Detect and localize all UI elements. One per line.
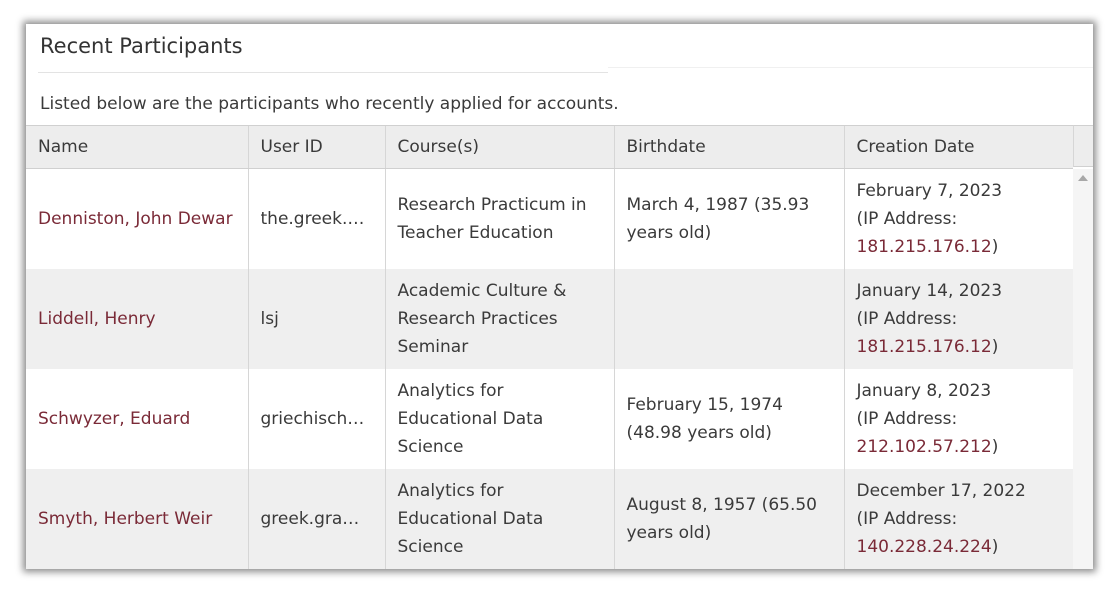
- scroll-up-arrow-icon[interactable]: [1078, 175, 1088, 181]
- user-id-cell: greek.grammar: [247, 469, 385, 569]
- ip-address-link[interactable]: 181.215.176.12: [857, 237, 992, 257]
- panel-title: Recent Participants: [40, 34, 243, 58]
- birthdate-cell: [613, 269, 844, 369]
- course-cell: Academic Culture & Research Practices Se…: [384, 269, 614, 369]
- ip-close: ): [991, 237, 999, 257]
- header-scroll-spacer: [1073, 125, 1093, 167]
- table-row: Denniston, John Dewar the.greek.particle…: [26, 168, 1073, 269]
- user-id-cell: lsj: [247, 269, 385, 369]
- recent-participants-panel: Recent Participants Listed below are the…: [26, 24, 1093, 569]
- column-header-name[interactable]: Name: [26, 125, 248, 169]
- ip-close: ): [991, 337, 999, 357]
- ip-label: (IP Address:: [856, 509, 958, 529]
- creation-date-cell: January 8, 2023 (IP Address: 212.102.57.…: [843, 369, 1073, 469]
- participant-name-link[interactable]: Denniston, John Dewar: [38, 209, 233, 229]
- table-row: Schwyzer, Eduard griechische.grammatik A…: [26, 369, 1073, 469]
- creation-date-value: December 17, 2022: [856, 481, 1026, 501]
- ip-label: (IP Address:: [856, 309, 958, 329]
- name-cell: Denniston, John Dewar: [26, 168, 248, 269]
- ip-close: ): [991, 437, 999, 457]
- ip-address-link[interactable]: 212.102.57.212: [857, 437, 992, 457]
- column-header-birthdate[interactable]: Birthdate: [613, 125, 844, 169]
- user-id-cell: the.greek.particles: [247, 168, 385, 269]
- participant-name-link[interactable]: Liddell, Henry: [38, 309, 156, 329]
- vertical-scrollbar[interactable]: [1073, 169, 1093, 569]
- participant-name-link[interactable]: Smyth, Herbert Weir: [38, 509, 212, 529]
- table-header-row: Name User ID Course(s) Birthdate Creatio…: [26, 125, 1073, 169]
- creation-date-value: January 8, 2023: [856, 381, 992, 401]
- column-header-user-id[interactable]: User ID: [247, 125, 385, 169]
- creation-date-value: February 7, 2023: [856, 181, 1003, 201]
- user-id-value: griechische.grammatik: [260, 409, 373, 429]
- participant-name-link[interactable]: Schwyzer, Eduard: [38, 409, 190, 429]
- ip-address-link[interactable]: 181.215.176.12: [857, 337, 992, 357]
- panel-description: Listed below are the participants who re…: [40, 94, 619, 114]
- title-divider: [38, 72, 608, 73]
- name-cell: Smyth, Herbert Weir: [26, 469, 248, 569]
- birthdate-cell: March 4, 1987 (35.93 years old): [613, 168, 844, 269]
- participants-grid: Name User ID Course(s) Birthdate Creatio…: [26, 125, 1093, 569]
- table-row: Liddell, Henry lsj Academic Culture & Re…: [26, 269, 1073, 369]
- title-divider-right: [608, 67, 1093, 68]
- participants-table: Name User ID Course(s) Birthdate Creatio…: [26, 125, 1073, 569]
- ip-close: ): [991, 537, 999, 557]
- birthdate-cell: February 15, 1974 (48.98 years old): [613, 369, 844, 469]
- name-cell: Liddell, Henry: [26, 269, 248, 369]
- creation-date-value: January 14, 2023: [856, 281, 1003, 301]
- creation-date-cell: January 14, 2023 (IP Address: 181.215.17…: [843, 269, 1073, 369]
- table-row: Smyth, Herbert Weir greek.grammar Analyt…: [26, 469, 1073, 569]
- course-cell: Research Practicum in Teacher Education: [384, 168, 614, 269]
- name-cell: Schwyzer, Eduard: [26, 369, 248, 469]
- creation-date-cell: February 7, 2023 (IP Address: 181.215.17…: [843, 168, 1073, 269]
- creation-date-cell: December 17, 2022 (IP Address: 140.228.2…: [843, 469, 1073, 569]
- ip-label: (IP Address:: [856, 209, 958, 229]
- course-cell: Analytics for Educational Data Science: [384, 469, 614, 569]
- user-id-value: greek.grammar: [260, 509, 373, 529]
- user-id-cell: griechische.grammatik: [247, 369, 385, 469]
- ip-address-link[interactable]: 140.228.24.224: [857, 537, 992, 557]
- birthdate-cell: August 8, 1957 (65.50 years old): [613, 469, 844, 569]
- column-header-creation-date[interactable]: Creation Date: [843, 125, 1073, 169]
- course-cell: Analytics for Educational Data Science: [384, 369, 614, 469]
- user-id-value: lsj: [260, 309, 279, 329]
- column-header-courses[interactable]: Course(s): [384, 125, 614, 169]
- user-id-value: the.greek.particles: [260, 209, 373, 229]
- ip-label: (IP Address:: [856, 409, 958, 429]
